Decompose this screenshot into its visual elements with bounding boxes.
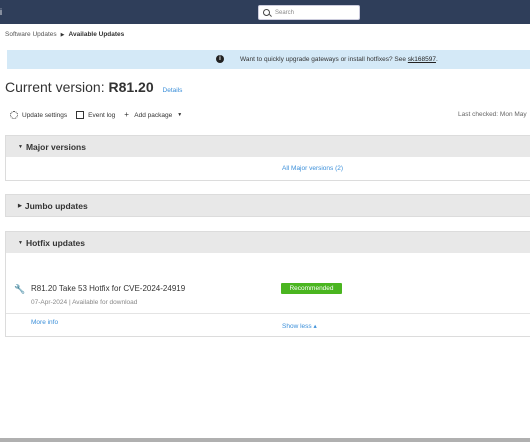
chevron-down-icon: ▼ [177,112,183,118]
top-left-glyph: i [0,7,2,17]
major-versions-header[interactable]: ▼ Major versions [6,136,530,157]
top-bar: i Search [0,0,530,24]
major-versions-title: Major versions [25,141,86,152]
breadcrumb-current: Available Updates [68,31,125,38]
hotfix-status: Available for download [72,299,138,306]
all-major-versions-link[interactable]: All Major versions (2) [282,165,343,172]
jumbo-updates-header[interactable]: ▶ Jumbo updates [6,195,530,216]
info-banner: i Want to quickly upgrade gateways or in… [7,50,530,69]
plus-icon: + [124,110,129,119]
jumbo-updates-panel: ▶ Jumbo updates [5,194,530,217]
chevron-right-icon: ▶ [60,31,65,38]
toolbar: Update settings Event log + Add package … [10,111,191,119]
last-checked: Last checked: Mon May [458,111,527,118]
hotfix-name: R81.20 Take 53 Hotfix for CVE-2024-24919 [31,284,186,293]
event-log-label: Event log [88,111,116,119]
breadcrumb-parent[interactable]: Software Updates [5,31,57,38]
add-package-button[interactable]: + Add package ▼ [124,110,183,119]
hotfix-item: 🔧 R81.20 Take 53 Hotfix for CVE-2024-249… [6,253,530,326]
details-link[interactable]: Details [163,87,183,94]
banner-trail: . [435,56,438,63]
update-settings-button[interactable]: Update settings [10,111,67,119]
current-version: R81.20 [108,79,154,95]
banner-sk-link[interactable]: sk168597 [408,56,436,63]
banner-text: Want to quickly upgrade gateways or inst… [240,56,406,63]
update-settings-label: Update settings [22,111,68,119]
hotfix-updates-panel: ▼ Hotfix updates 🔧 R81.20 Take 53 Hotfix… [5,231,530,337]
search-placeholder: Search [275,9,295,16]
recommended-badge: Recommended [281,283,342,294]
bottom-scrollbar[interactable] [0,438,530,442]
info-icon: i [216,55,224,63]
breadcrumb: Software Updates ▶ Available Updates [5,31,124,38]
collapsed-triangle-icon: ▶ [18,202,22,209]
expanded-triangle-icon: ▼ [18,239,23,246]
chevron-up-icon: ▴ [313,323,317,330]
hotfix-meta: 07-Apr-2024 | Available for download [31,299,138,306]
hotfix-date: 07-Apr-2024 [31,299,68,306]
hotfix-updates-title: Hotfix updates [25,237,85,248]
add-package-label: Add package [134,111,173,119]
title-prefix: Current version: [5,79,105,95]
wrench-icon: 🔧 [14,284,26,294]
search-input[interactable]: Search [258,5,360,20]
show-less-link[interactable]: Show less ▴ [282,322,317,330]
show-less-label: Show less [282,323,312,330]
hotfix-updates-header[interactable]: ▼ Hotfix updates [6,232,530,253]
expanded-triangle-icon: ▼ [18,143,23,150]
banner-message: Want to quickly upgrade gateways or inst… [240,56,438,63]
hotfix-footer: Show less ▴ [6,313,530,336]
gear-icon [10,111,18,119]
page-title: Current version: R81.20 Details [5,79,182,95]
jumbo-updates-title: Jumbo updates [24,200,88,211]
event-log-button[interactable]: Event log [76,111,115,119]
major-versions-panel: ▼ Major versions All Major versions (2) [5,135,530,181]
search-icon [263,9,270,16]
log-icon [76,111,85,119]
